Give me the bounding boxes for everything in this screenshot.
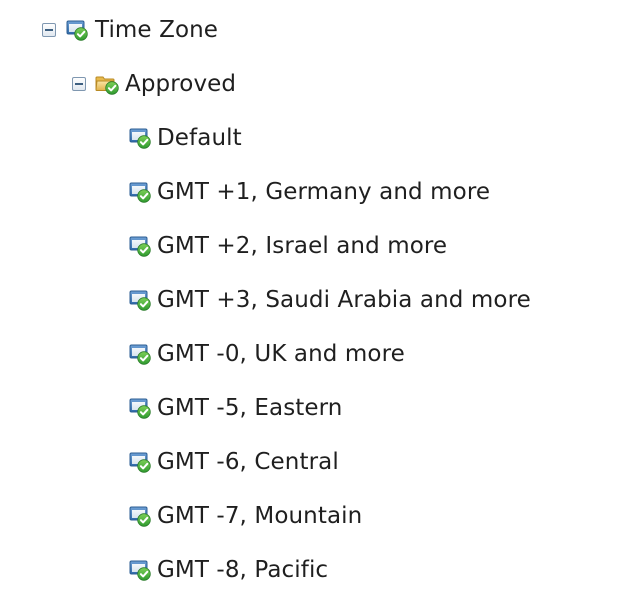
- policy-approved-icon: [129, 451, 151, 473]
- tree-node-label[interactable]: Approved: [125, 68, 236, 100]
- policy-approved-icon: [65, 19, 89, 41]
- tree-leaf-label[interactable]: GMT -6, Central: [157, 446, 339, 478]
- policy-approved-icon: [129, 235, 151, 257]
- policy-approved-icon: [129, 127, 151, 149]
- tree-leaf-label[interactable]: GMT +3, Saudi Arabia and more: [157, 284, 531, 316]
- policy-approved-icon: [129, 397, 151, 419]
- tree-leaf-item[interactable]: GMT +3, Saudi Arabia and more: [129, 284, 531, 316]
- policy-approved-icon: [129, 505, 151, 527]
- tree-leaf-label[interactable]: GMT +1, Germany and more: [157, 176, 490, 208]
- tree-leaf-item[interactable]: Default: [129, 122, 242, 154]
- tree-leaf-label[interactable]: GMT -8, Pacific: [157, 554, 328, 586]
- policy-approved-icon: [129, 181, 151, 203]
- tree-leaf-item[interactable]: GMT -8, Pacific: [129, 554, 328, 586]
- tree-leaf-item[interactable]: GMT +2, Israel and more: [129, 230, 447, 262]
- tree-leaf-item[interactable]: GMT -0, UK and more: [129, 338, 405, 370]
- policy-approved-icon: [129, 343, 151, 365]
- tree-node-time-zone[interactable]: Time Zone: [42, 14, 218, 46]
- policy-approved-icon: [129, 559, 151, 581]
- tree-leaf-item[interactable]: GMT +1, Germany and more: [129, 176, 490, 208]
- policy-approved-icon: [129, 289, 151, 311]
- tree-leaf-item[interactable]: GMT -7, Mountain: [129, 500, 362, 532]
- tree-leaf-item[interactable]: GMT -6, Central: [129, 446, 339, 478]
- tree-node-approved-folder[interactable]: Approved: [72, 68, 236, 100]
- tree-leaf-label[interactable]: GMT -7, Mountain: [157, 500, 362, 532]
- tree-leaf-label[interactable]: GMT -5, Eastern: [157, 392, 343, 424]
- tree-node-label[interactable]: Time Zone: [95, 14, 218, 46]
- tree-leaf-label[interactable]: GMT -0, UK and more: [157, 338, 405, 370]
- tree-leaf-label[interactable]: Default: [157, 122, 242, 154]
- folder-approved-icon: [95, 73, 119, 95]
- tree-leaf-label[interactable]: GMT +2, Israel and more: [157, 230, 447, 262]
- collapse-toggle-icon[interactable]: [42, 23, 56, 37]
- collapse-toggle-icon[interactable]: [72, 77, 86, 91]
- tree-leaf-item[interactable]: GMT -5, Eastern: [129, 392, 343, 424]
